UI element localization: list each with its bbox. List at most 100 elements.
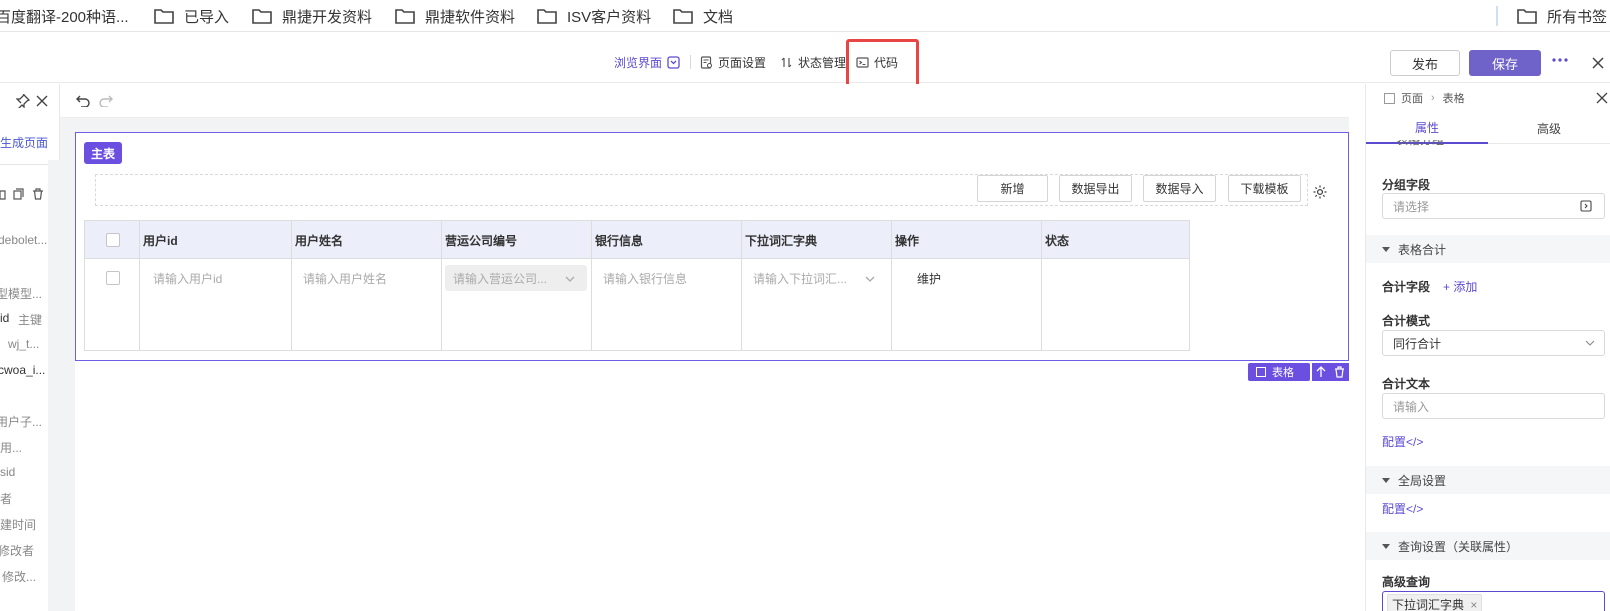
section-query-settings[interactable]: 查询设置（关联属性） bbox=[1366, 532, 1610, 560]
section-table-group-partial: 表格分组 bbox=[1396, 140, 1445, 147]
tree-item[interactable]: sid bbox=[0, 465, 15, 479]
bookmark-docs[interactable]: 文档 bbox=[673, 0, 733, 32]
bookmark-isv-customers[interactable]: ISV客户资料 bbox=[537, 0, 651, 32]
total-field-label: 合计字段 bbox=[1382, 280, 1431, 294]
table-icon bbox=[1256, 367, 1266, 377]
bank-info-input[interactable]: 请输入银行信息 bbox=[603, 265, 687, 291]
group-field-select[interactable]: 请选择 bbox=[1382, 193, 1605, 219]
bookmark-dingjie-software[interactable]: 鼎捷软件资料 bbox=[395, 0, 515, 32]
tree-item[interactable]: 用户子... bbox=[0, 413, 42, 430]
tab-advanced[interactable]: 高级 bbox=[1488, 112, 1610, 144]
total-text-label: 合计文本 bbox=[1382, 377, 1431, 391]
bookmark-baidu-translate[interactable]: 百度翻译-200种语... bbox=[0, 0, 129, 32]
publish-button[interactable]: 发布 bbox=[1390, 50, 1460, 76]
close-icon[interactable] bbox=[1596, 92, 1608, 104]
canvas-toolbar bbox=[60, 84, 1349, 118]
page-settings-icon bbox=[700, 55, 713, 69]
folder-icon bbox=[1517, 9, 1537, 24]
data-export-button[interactable]: 数据导出 bbox=[1059, 175, 1132, 202]
section-table-total[interactable]: 表格合计 bbox=[1366, 235, 1610, 263]
column-divider bbox=[891, 221, 892, 350]
pin-icon[interactable] bbox=[16, 94, 30, 108]
total-mode-select[interactable]: 同行合计 bbox=[1382, 330, 1605, 356]
link-icon[interactable] bbox=[0, 188, 9, 200]
browse-view-button[interactable]: 浏览界面 bbox=[614, 41, 680, 83]
component-badge-table[interactable]: 表格 bbox=[1248, 363, 1310, 381]
undo-icon[interactable] bbox=[76, 95, 90, 107]
state-icon bbox=[781, 57, 792, 67]
bookmark-imported[interactable]: 已导入 bbox=[154, 0, 229, 32]
tree-item[interactable]: 者 bbox=[0, 490, 12, 507]
bookmark-dingjie-dev[interactable]: 鼎捷开发资料 bbox=[252, 0, 372, 32]
row-checkbox[interactable] bbox=[106, 271, 120, 285]
column-header-user-name[interactable]: 用户姓名 bbox=[295, 221, 343, 259]
tree-item[interactable]: 修改者 bbox=[0, 542, 34, 559]
config-code-link[interactable]: 配置</> bbox=[1382, 433, 1423, 450]
user-id-input[interactable]: 请输入用户id bbox=[153, 265, 222, 291]
add-button[interactable]: 新增 bbox=[977, 175, 1048, 202]
data-import-button[interactable]: 数据导入 bbox=[1143, 175, 1216, 202]
user-name-input[interactable]: 请输入用户姓名 bbox=[303, 265, 387, 291]
column-header-dict[interactable]: 下拉词汇字典 bbox=[745, 221, 817, 259]
tree-item[interactable]: id bbox=[0, 311, 9, 325]
delete-component-button[interactable] bbox=[1330, 363, 1349, 381]
copy-icon[interactable] bbox=[13, 188, 24, 200]
chevron-down-icon bbox=[565, 276, 575, 282]
close-icon[interactable] bbox=[1591, 56, 1605, 70]
column-divider bbox=[1041, 221, 1042, 350]
tree-item[interactable]: 修改... bbox=[2, 568, 36, 585]
tree-item[interactable]: wj_t... bbox=[8, 337, 39, 351]
remove-tag-icon[interactable]: × bbox=[1470, 598, 1477, 611]
bookmarks-divider bbox=[1496, 6, 1498, 26]
tree-item[interactable]: 型模型... bbox=[0, 285, 42, 302]
more-icon[interactable] bbox=[1550, 55, 1570, 67]
column-header-status[interactable]: 状态 bbox=[1045, 221, 1069, 259]
global-config-link[interactable]: 配置</> bbox=[1382, 500, 1423, 517]
column-header-action[interactable]: 操作 bbox=[895, 221, 919, 259]
tree-item[interactable]: 用... bbox=[0, 439, 22, 456]
column-header-bank-info[interactable]: 银行信息 bbox=[595, 221, 643, 259]
tree-item[interactable]: debolet... bbox=[0, 233, 47, 247]
move-up-button[interactable] bbox=[1312, 363, 1330, 381]
arrow-up-icon bbox=[1316, 366, 1326, 377]
maintain-link[interactable]: 维护 bbox=[917, 265, 941, 291]
dict-select[interactable]: 请输入下拉词汇... bbox=[753, 265, 847, 291]
column-header-company-no[interactable]: 营运公司编号 bbox=[445, 221, 517, 259]
page-settings-button[interactable]: 页面设置 bbox=[700, 41, 766, 83]
add-total-field-button[interactable]: + 添加 bbox=[1443, 278, 1477, 295]
close-icon[interactable] bbox=[36, 95, 48, 107]
advanced-query-select[interactable]: 下拉词汇字典 × bbox=[1382, 591, 1605, 611]
expand-box-icon[interactable] bbox=[1580, 200, 1592, 212]
trash-icon[interactable] bbox=[32, 188, 44, 200]
chevron-right-icon: › bbox=[1431, 92, 1435, 104]
select-all-checkbox[interactable] bbox=[106, 233, 120, 247]
column-divider bbox=[741, 221, 742, 350]
column-divider bbox=[441, 221, 442, 350]
gear-icon[interactable] bbox=[1312, 184, 1328, 200]
chevron-box-icon bbox=[667, 55, 680, 69]
bookmark-all[interactable]: 所有书签 bbox=[1517, 0, 1607, 32]
caret-down-icon bbox=[1382, 246, 1390, 252]
tree-item[interactable]: cwoa_i... bbox=[0, 363, 45, 377]
group-field-label: 分组字段 bbox=[1382, 178, 1431, 192]
breadcrumb-table[interactable]: 表格 bbox=[1443, 90, 1465, 106]
trash-icon bbox=[1335, 366, 1344, 378]
tree-item-tag: 主键 bbox=[18, 313, 43, 327]
total-text-input[interactable]: 请输入 bbox=[1382, 393, 1605, 419]
chevron-down-icon bbox=[865, 276, 875, 282]
column-divider bbox=[291, 221, 292, 350]
folder-icon bbox=[395, 9, 415, 24]
caret-down-icon bbox=[1382, 477, 1390, 483]
tree-item[interactable]: 建时间 bbox=[0, 516, 36, 533]
column-header-user-id[interactable]: 用户id bbox=[143, 221, 178, 259]
save-button[interactable]: 保存 bbox=[1469, 50, 1541, 76]
section-global-settings[interactable]: 全局设置 bbox=[1366, 466, 1610, 494]
breadcrumb-page[interactable]: 页面 bbox=[1401, 90, 1423, 106]
caret-down-icon bbox=[1382, 543, 1390, 549]
redo-icon[interactable] bbox=[99, 95, 113, 107]
bookmarks-bar: 百度翻译-200种语... 已导入 鼎捷开发资料 鼎捷软件资料 ISV客户资料 … bbox=[0, 0, 1610, 32]
total-mode-label: 合计模式 bbox=[1382, 314, 1431, 328]
download-template-button[interactable]: 下载模板 bbox=[1228, 175, 1301, 202]
state-management-button[interactable]: 状态管理 bbox=[780, 41, 846, 83]
generate-page-link[interactable]: 生成页面 bbox=[0, 134, 48, 151]
